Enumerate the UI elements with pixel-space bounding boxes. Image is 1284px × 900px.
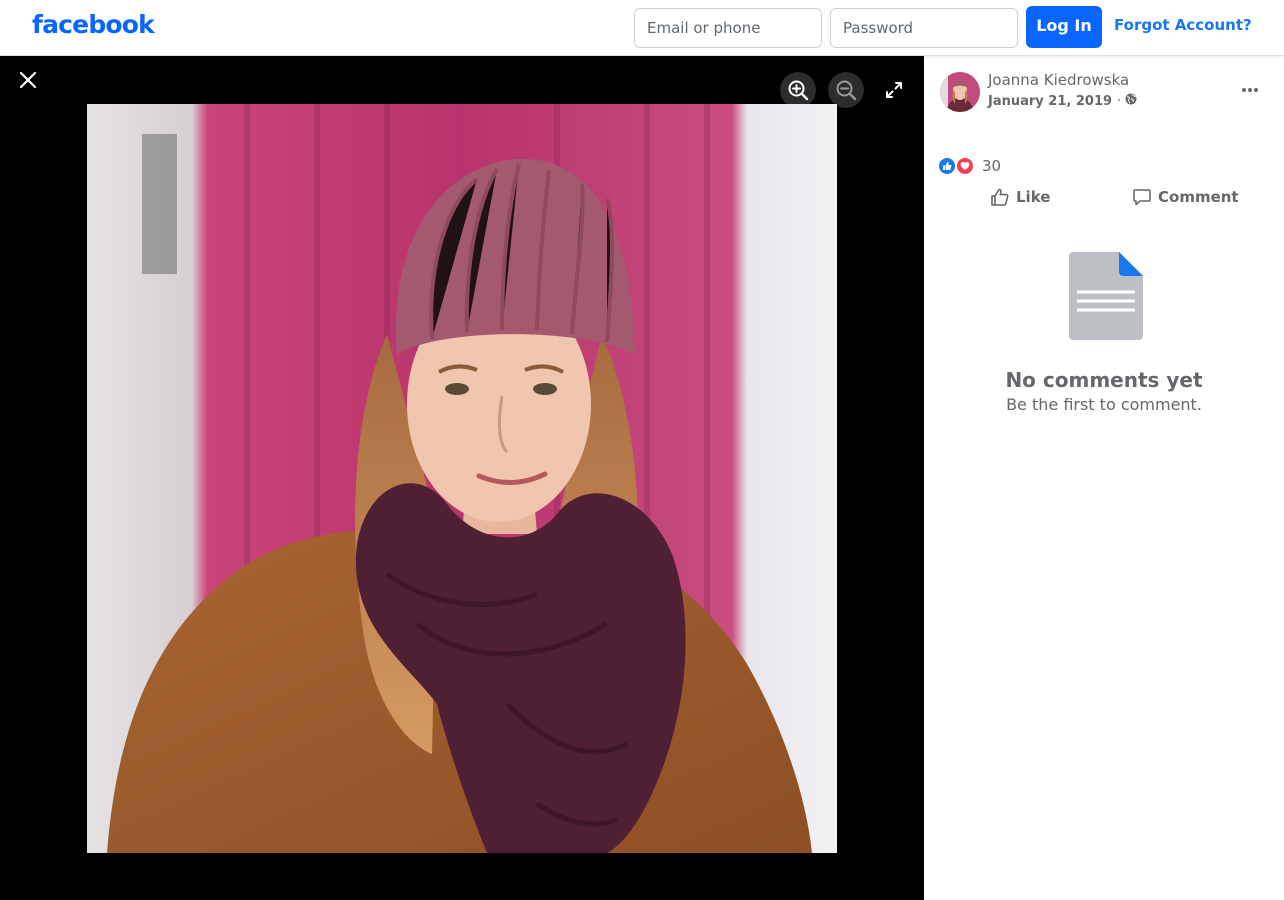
zoom-out-icon[interactable] [828, 72, 864, 108]
close-icon[interactable] [12, 64, 44, 96]
author-name[interactable]: Joanna Kiedrowska [988, 71, 1129, 89]
document-icon [1069, 252, 1143, 344]
reaction-count: 30 [982, 157, 1002, 175]
photo-viewer [0, 56, 924, 900]
love-reaction-icon [956, 157, 974, 175]
password-input[interactable] [830, 8, 1018, 48]
post-photo[interactable] [87, 104, 837, 853]
comment-icon [1133, 189, 1151, 206]
post-date[interactable]: January 21, 2019 [988, 94, 1112, 109]
reaction-summary[interactable]: 30 [938, 156, 1001, 176]
comment-label: Comment [1158, 188, 1239, 206]
meta-separator: · [1117, 93, 1122, 109]
comment-button[interactable]: Comment [1132, 184, 1239, 210]
like-reaction-icon [938, 157, 956, 175]
facebook-logo[interactable]: facebook [32, 10, 155, 39]
more-horizontal-icon[interactable] [1234, 78, 1266, 102]
login-button[interactable]: Log In [1026, 6, 1102, 48]
like-icon [991, 188, 1009, 206]
email-input[interactable] [634, 8, 822, 48]
globe-icon[interactable] [1125, 93, 1137, 109]
like-label: Like [1016, 188, 1051, 206]
like-button[interactable]: Like [990, 184, 1050, 210]
empty-comments-title: No comments yet [1005, 368, 1203, 392]
top-bar: facebook Log In Forgot Account? [0, 0, 1284, 56]
empty-comments-subtitle: Be the first to comment. [1006, 395, 1202, 414]
post-details-panel: Joanna Kiedrowska January 21, 2019 · 30 … [924, 56, 1284, 900]
zoom-in-icon[interactable] [780, 72, 816, 108]
expand-icon[interactable] [878, 74, 910, 106]
post-meta: January 21, 2019 · [988, 93, 1137, 109]
avatar[interactable] [940, 72, 980, 112]
forgot-account-link[interactable]: Forgot Account? [1114, 16, 1252, 34]
